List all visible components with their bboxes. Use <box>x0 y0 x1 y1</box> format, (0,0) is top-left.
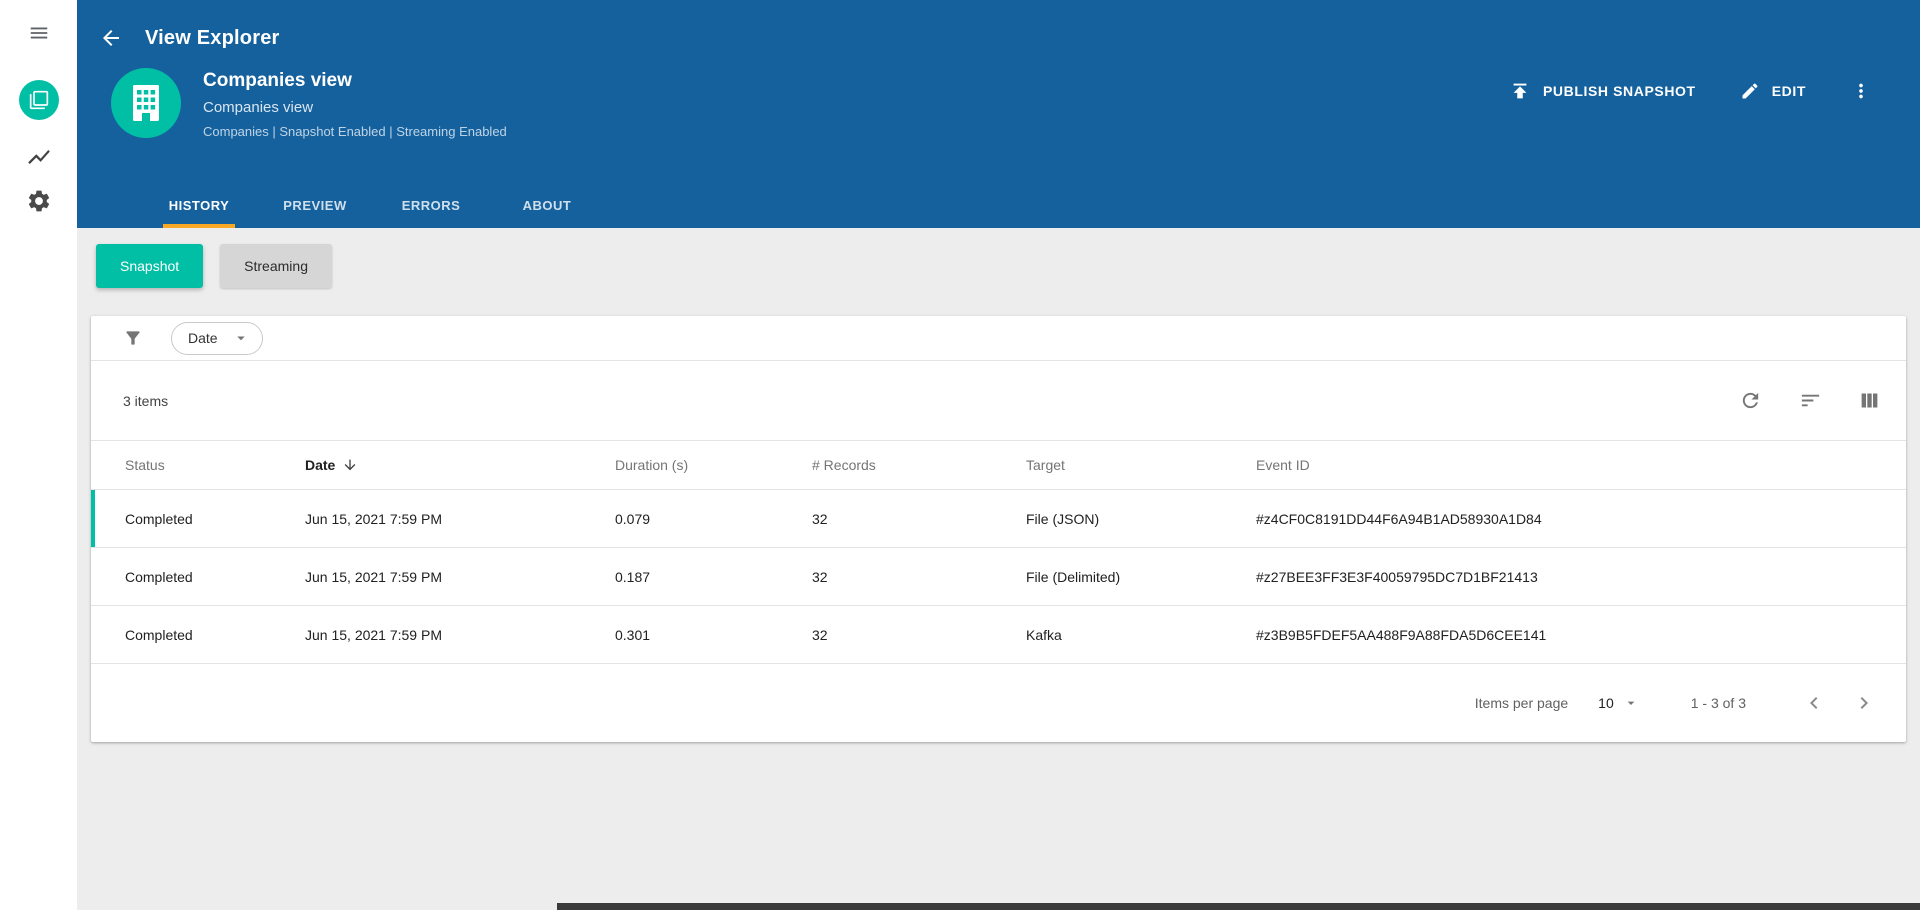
streaming-toggle-button[interactable]: Streaming <box>220 244 332 288</box>
settings-gear-icon[interactable] <box>26 188 52 214</box>
chevron-down-icon <box>236 336 245 341</box>
page-range: 1 - 3 of 3 <box>1690 695 1746 711</box>
back-arrow-icon[interactable] <box>99 26 123 50</box>
cell-target: File (Delimited) <box>1026 568 1121 585</box>
cell-records: 32 <box>812 568 828 585</box>
entity-subtitle: Companies view <box>203 99 314 116</box>
sort-icon[interactable] <box>1799 389 1822 412</box>
date-filter-label: Date <box>188 330 218 346</box>
table-row[interactable]: Completed Jun 15, 2021 7:59 PM 0.301 32 … <box>91 606 1906 664</box>
refresh-icon[interactable] <box>1739 389 1762 412</box>
chevron-down-icon <box>1627 701 1635 705</box>
grid-toolbar-icons <box>1739 389 1880 412</box>
page-header: View Explorer Companies view Companies v… <box>77 0 1920 228</box>
edit-label: EDIT <box>1771 83 1806 99</box>
tab-history[interactable]: HISTORY <box>141 182 257 228</box>
app-logo-icon[interactable] <box>18 80 59 120</box>
cell-event-id: #z3B9B5FDEF5AA488F9A88FDA5D6CEE141 <box>1256 626 1547 643</box>
tab-preview[interactable]: PREVIEW <box>257 182 373 228</box>
col-header-event-id[interactable]: Event ID <box>1256 457 1906 473</box>
horizontal-scrollbar[interactable] <box>0 903 1920 910</box>
page-size-select[interactable]: 10 <box>1598 695 1639 711</box>
cell-duration: 0.301 <box>615 626 651 643</box>
edit-button[interactable]: EDIT <box>1740 81 1806 101</box>
publish-snapshot-button[interactable]: PUBLISH SNAPSHOT <box>1509 80 1696 102</box>
pencil-icon <box>1740 81 1760 101</box>
content-area: Snapshot Streaming Date 3 items Status D… <box>77 228 1920 910</box>
col-header-date-label: Date <box>305 457 336 473</box>
tab-errors[interactable]: ERRORS <box>373 182 489 228</box>
cell-target: File (JSON) <box>1026 510 1100 527</box>
cell-status: Completed <box>125 568 193 585</box>
top-bar: View Explorer <box>77 0 1920 56</box>
cell-duration: 0.187 <box>615 568 651 585</box>
filter-bar: Date <box>91 316 1906 361</box>
entity-title: Companies view <box>203 70 352 91</box>
items-per-page-label: Items per page <box>1474 695 1569 711</box>
upload-icon <box>1509 80 1531 102</box>
cell-event-id: #z4CF0C8191DD44F6A94B1AD58930A1D84 <box>1256 510 1542 527</box>
col-header-records[interactable]: # Records <box>812 457 1026 473</box>
col-header-status[interactable]: Status <box>125 457 305 473</box>
sort-arrow-down-icon <box>345 459 356 471</box>
cell-date: Jun 15, 2021 7:59 PM <box>305 626 442 643</box>
col-header-date[interactable]: Date <box>305 457 615 473</box>
col-header-duration[interactable]: Duration (s) <box>615 457 812 473</box>
date-filter-dropdown[interactable]: Date <box>171 321 263 355</box>
cell-event-id: #z27BEE3FF3E3F40059795DC7D1BF21413 <box>1256 568 1538 585</box>
table-header-row: Status Date Duration (s) # Records Targe… <box>91 440 1906 490</box>
chevron-right-icon <box>1860 697 1868 709</box>
cell-date: Jun 15, 2021 7:59 PM <box>305 568 442 585</box>
cell-date: Jun 15, 2021 7:59 PM <box>305 510 442 527</box>
filter-funnel-icon[interactable] <box>123 328 143 348</box>
entity-avatar-building-icon <box>111 68 181 138</box>
table-row[interactable]: Completed Jun 15, 2021 7:59 PM 0.187 32 … <box>91 548 1906 606</box>
line-chart-icon[interactable] <box>26 144 52 170</box>
main-column: View Explorer Companies view Companies v… <box>77 0 1920 910</box>
cell-duration: 0.079 <box>615 510 651 527</box>
chevron-left-icon <box>1810 697 1818 709</box>
cell-target: Kafka <box>1026 626 1062 643</box>
page-title: View Explorer <box>145 26 280 49</box>
next-page-button[interactable] <box>1852 691 1876 715</box>
cell-status: Completed <box>125 626 193 643</box>
scrollbar-thumb[interactable] <box>557 903 1920 910</box>
items-count: 3 items <box>123 392 169 409</box>
snapshot-toggle-button[interactable]: Snapshot <box>96 244 204 288</box>
entity-meta: Companies | Snapshot Enabled | Streaming… <box>203 124 507 139</box>
cell-status: Completed <box>125 510 193 527</box>
header-actions: PUBLISH SNAPSHOT EDIT <box>1509 68 1872 102</box>
previous-page-button[interactable] <box>1802 691 1826 715</box>
page-size-value: 10 <box>1598 695 1614 711</box>
tab-about[interactable]: ABOUT <box>489 182 605 228</box>
grid-toolbar: 3 items <box>91 361 1906 440</box>
col-header-target[interactable]: Target <box>1026 457 1256 473</box>
table-row[interactable]: Completed Jun 15, 2021 7:59 PM 0.079 32 … <box>91 490 1906 548</box>
hamburger-menu-icon[interactable] <box>28 22 50 44</box>
app-root: View Explorer Companies view Companies v… <box>0 0 1920 910</box>
history-card: Date 3 items Status Date Duration (s) # … <box>91 316 1906 742</box>
history-mode-toggle: Snapshot Streaming <box>91 244 1906 288</box>
publish-snapshot-label: PUBLISH SNAPSHOT <box>1542 83 1696 99</box>
kebab-menu-icon[interactable] <box>1850 80 1872 102</box>
entity-summary: Companies view Companies view Companies … <box>77 56 1920 139</box>
left-sidebar <box>0 0 77 910</box>
cell-records: 32 <box>812 626 828 643</box>
cell-records: 32 <box>812 510 828 527</box>
paginator: Items per page 10 1 - 3 of 3 <box>91 664 1906 742</box>
columns-icon[interactable] <box>1859 390 1880 411</box>
tab-bar: HISTORY PREVIEW ERRORS ABOUT <box>77 182 1920 228</box>
entity-info: Companies view Companies view Companies … <box>203 68 507 139</box>
